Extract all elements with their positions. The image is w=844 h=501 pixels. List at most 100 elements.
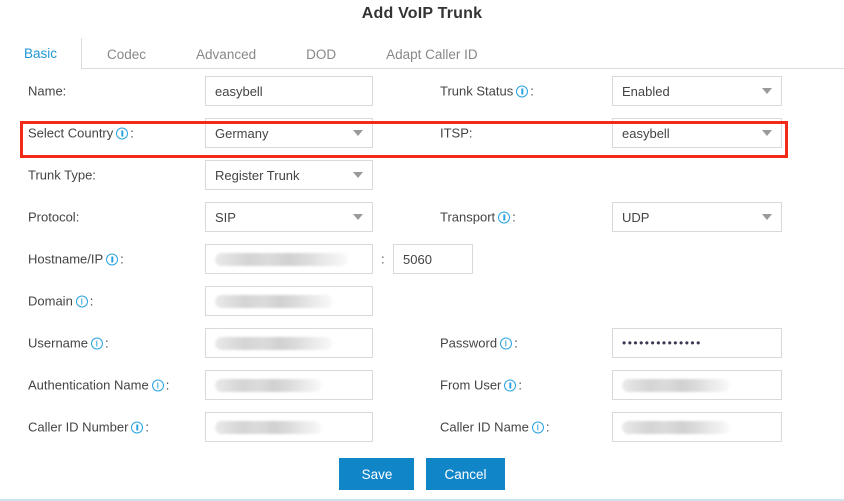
name-value: easybell <box>215 83 263 99</box>
domain-label: Domain: <box>28 294 93 309</box>
chevron-down-icon[interactable] <box>762 130 772 136</box>
trunk-type-value: Register Trunk <box>215 167 300 183</box>
port-input[interactable]: 5060 <box>393 244 473 274</box>
masked-value <box>215 252 349 266</box>
itsp-select[interactable]: easybell <box>612 118 782 148</box>
select-country-label-text: Select Country <box>28 125 114 141</box>
trunk-type-label-text: Trunk Type: <box>28 167 96 183</box>
label-colon: : <box>165 377 170 393</box>
info-icon[interactable] <box>151 379 164 392</box>
trunk-type-label: Trunk Type: <box>28 168 96 183</box>
caller-id-name-input[interactable] <box>612 412 782 442</box>
label-colon: : <box>512 209 516 225</box>
label-colon: : <box>130 125 134 141</box>
label-colon: : <box>145 419 150 435</box>
info-icon[interactable] <box>131 421 144 434</box>
authentication-name-label: Authentication Name: <box>28 378 169 393</box>
info-icon[interactable] <box>116 127 129 140</box>
password-input[interactable]: •••••••••••••• <box>612 328 782 358</box>
tab-label: Basic <box>24 46 58 61</box>
form-row-hostname-port: Hostname/IP: : 5060 <box>0 238 844 280</box>
tab-bar: Basic Codec Advanced DOD Adapt Caller ID <box>0 38 844 70</box>
label-colon: : <box>514 335 518 351</box>
caller-id-number-label: Caller ID Number: <box>28 420 149 435</box>
info-icon[interactable] <box>106 253 119 266</box>
domain-input[interactable] <box>205 286 373 316</box>
info-icon[interactable] <box>90 337 103 350</box>
info-icon[interactable] <box>531 421 544 434</box>
info-icon[interactable] <box>516 85 529 98</box>
info-icon[interactable] <box>498 211 511 224</box>
authentication-name-input[interactable] <box>205 370 373 400</box>
select-country-select[interactable]: Germany <box>205 118 373 148</box>
tab-label: Codec <box>107 47 147 62</box>
password-label: Password: <box>440 336 518 351</box>
tab-label: DOD <box>306 47 337 62</box>
trunk-type-select[interactable]: Register Trunk <box>205 160 373 190</box>
chevron-down-icon[interactable] <box>353 214 363 220</box>
chevron-down-icon[interactable] <box>762 214 772 220</box>
info-icon[interactable] <box>504 379 517 392</box>
caller-id-name-label: Caller ID Name: <box>440 420 549 435</box>
from-user-label: From User: <box>440 378 522 393</box>
tab-adapt-caller-id[interactable]: Adapt Caller ID <box>361 38 503 70</box>
protocol-select[interactable]: SIP <box>205 202 373 232</box>
cancel-button[interactable]: Cancel <box>426 458 505 490</box>
host-port-separator: : <box>381 251 385 267</box>
domain-label-text: Domain <box>28 293 73 309</box>
masked-value <box>622 420 730 434</box>
label-colon: : <box>89 293 94 309</box>
hostname-ip-input[interactable] <box>205 244 373 274</box>
trunk-status-select[interactable]: Enabled <box>612 76 782 106</box>
caller-id-name-label-text: Caller ID Name <box>440 419 529 435</box>
tab-dod[interactable]: DOD <box>281 38 361 70</box>
trunk-status-value: Enabled <box>622 83 670 99</box>
itsp-label-text: ITSP: <box>440 125 473 141</box>
form-row-protocol-transport: Protocol: SIP Transport: UDP <box>0 196 844 238</box>
chevron-down-icon[interactable] <box>762 88 772 94</box>
chevron-down-icon[interactable] <box>353 172 363 178</box>
password-label-text: Password <box>440 335 498 351</box>
info-icon[interactable] <box>500 337 513 350</box>
dialog-footer: Save Cancel <box>0 458 844 492</box>
name-label: Name: <box>28 84 66 99</box>
from-user-input[interactable] <box>612 370 782 400</box>
info-icon[interactable] <box>75 295 88 308</box>
save-button[interactable]: Save <box>339 458 415 490</box>
select-country-value: Germany <box>215 125 269 141</box>
label-colon: : <box>530 83 534 99</box>
username-input[interactable] <box>205 328 373 358</box>
tab-codec[interactable]: Codec <box>82 38 171 70</box>
form-row-callerid: Caller ID Number: Caller ID Name: <box>0 406 844 448</box>
caller-id-number-input[interactable] <box>205 412 373 442</box>
caller-id-number-label-text: Caller ID Number <box>28 419 129 435</box>
name-input[interactable]: easybell <box>205 76 373 106</box>
trunk-status-label: Trunk Status: <box>440 84 534 99</box>
chevron-down-icon[interactable] <box>353 130 363 136</box>
transport-label: Transport: <box>440 210 516 225</box>
select-country-label: Select Country: <box>28 126 134 141</box>
form-row-username-password: Username: Password: •••••••••••••• <box>0 322 844 364</box>
itsp-value: easybell <box>622 125 670 141</box>
page-title: Add VoIP Trunk <box>361 5 483 22</box>
itsp-label: ITSP: <box>440 126 473 141</box>
masked-value <box>215 336 334 350</box>
hostname-ip-label-text: Hostname/IP <box>28 251 104 267</box>
tab-basic[interactable]: Basic <box>0 38 83 70</box>
password-value: •••••••••••••• <box>622 336 702 350</box>
transport-select[interactable]: UDP <box>612 202 782 232</box>
masked-value <box>215 294 334 308</box>
form-row-country-itsp: Select Country: Germany ITSP: easybell <box>0 112 844 154</box>
protocol-label: Protocol: <box>28 210 79 225</box>
tab-label: Advanced <box>196 47 257 62</box>
tab-label: Adapt Caller ID <box>386 47 478 62</box>
add-voip-trunk-dialog: Add VoIP Trunk Basic Codec Advanced DOD … <box>0 0 844 501</box>
username-label: Username: <box>28 336 109 351</box>
username-label-text: Username <box>28 335 88 351</box>
form-row-auth-fromuser: Authentication Name: From User: <box>0 364 844 406</box>
authentication-name-label-text: Authentication Name <box>28 377 149 393</box>
from-user-label-text: From User <box>440 377 502 393</box>
form-row-trunk-type: Trunk Type: Register Trunk <box>0 154 844 196</box>
transport-label-text: Transport <box>440 209 496 225</box>
tab-advanced[interactable]: Advanced <box>171 38 281 70</box>
